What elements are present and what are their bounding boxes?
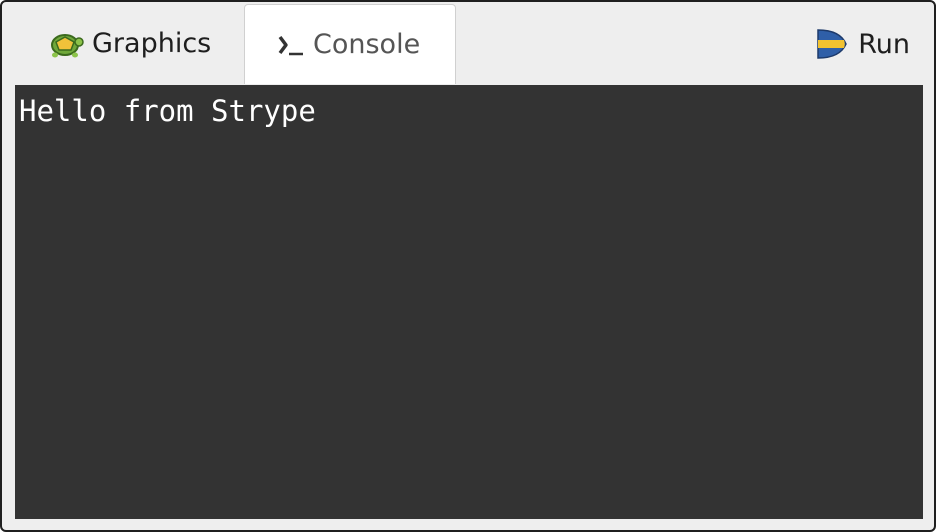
tab-graphics-label: Graphics xyxy=(92,27,212,59)
run-button[interactable]: Run xyxy=(816,24,910,64)
tab-bar: Graphics Console Run xyxy=(2,2,934,84)
console-output[interactable]: Hello from Strype xyxy=(15,85,923,519)
tab-console-label: Console xyxy=(313,29,421,60)
terminal-prompt-icon xyxy=(277,33,305,57)
window-frame: Graphics Console Run Hello from Strype xyxy=(0,0,936,532)
console-line: Hello from Strype xyxy=(19,94,316,128)
tab-graphics[interactable]: Graphics xyxy=(22,4,244,82)
run-arrow-icon xyxy=(816,27,848,61)
tab-console[interactable]: Console xyxy=(244,4,456,84)
turtle-icon xyxy=(46,28,84,58)
run-button-label: Run xyxy=(858,28,910,60)
